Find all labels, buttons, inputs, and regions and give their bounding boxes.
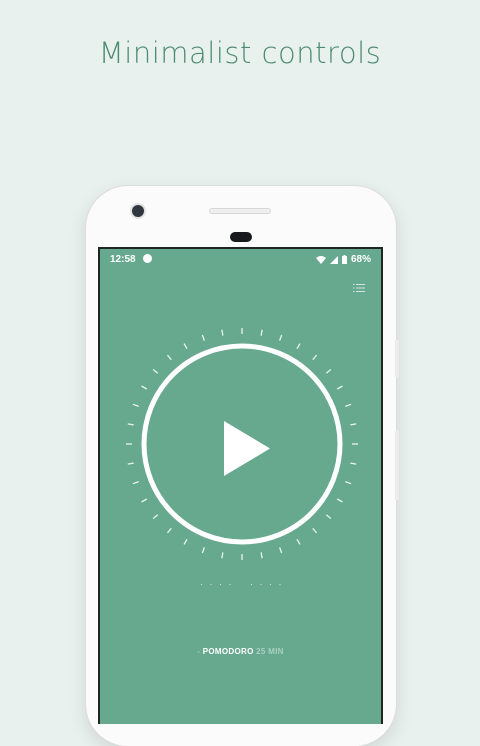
dial-tick <box>325 368 332 374</box>
earpiece-speaker <box>209 208 271 214</box>
session-label[interactable]: - POMODORO 25 MIN <box>100 647 381 656</box>
dial-tick <box>141 498 148 503</box>
play-icon[interactable] <box>224 421 270 476</box>
dial-tick <box>141 385 148 390</box>
dial-tick <box>221 552 224 559</box>
dial-tick <box>279 547 283 554</box>
headline: Minimalist controls <box>98 36 382 70</box>
volume-button <box>395 430 399 500</box>
dial-tick <box>345 403 352 407</box>
dial-tick <box>260 329 263 336</box>
dial-tick <box>183 538 188 545</box>
dial-tick <box>260 552 263 559</box>
dial-tick <box>127 423 134 426</box>
app-screen: 12:58 68% · · · · · · · · - POMODORO 25 … <box>98 247 383 724</box>
dial-tick <box>183 343 188 350</box>
session-prefix: - <box>197 647 201 656</box>
dial-tick <box>201 334 205 341</box>
dial-tick <box>336 498 343 503</box>
dial-tick <box>166 354 172 361</box>
power-button <box>395 340 399 378</box>
front-camera <box>132 205 144 217</box>
dial-tick <box>350 423 357 426</box>
dial-tick <box>312 527 318 534</box>
dial-tick <box>296 538 301 545</box>
dial-tick <box>336 385 343 390</box>
dial-tick <box>350 462 357 465</box>
proximity-sensor <box>230 232 252 242</box>
dial-tick <box>132 403 139 407</box>
dial-tick <box>221 329 224 336</box>
dial-tick <box>279 334 283 341</box>
dial-tick <box>201 547 205 554</box>
dial-tick <box>152 514 159 520</box>
session-mode: POMODORO <box>202 647 254 656</box>
dial-tick <box>127 462 134 465</box>
session-duration: 25 MIN <box>256 647 284 656</box>
dial-tick <box>296 343 301 350</box>
progress-dots-right: · · · · <box>250 579 284 589</box>
dial-tick <box>166 527 172 534</box>
dial-tick <box>345 481 352 485</box>
dial-tick <box>312 354 318 361</box>
dial-tick <box>152 368 159 374</box>
dial-tick <box>325 514 332 520</box>
dial-tick <box>132 481 139 485</box>
progress-dots-left: · · · · <box>200 579 234 589</box>
